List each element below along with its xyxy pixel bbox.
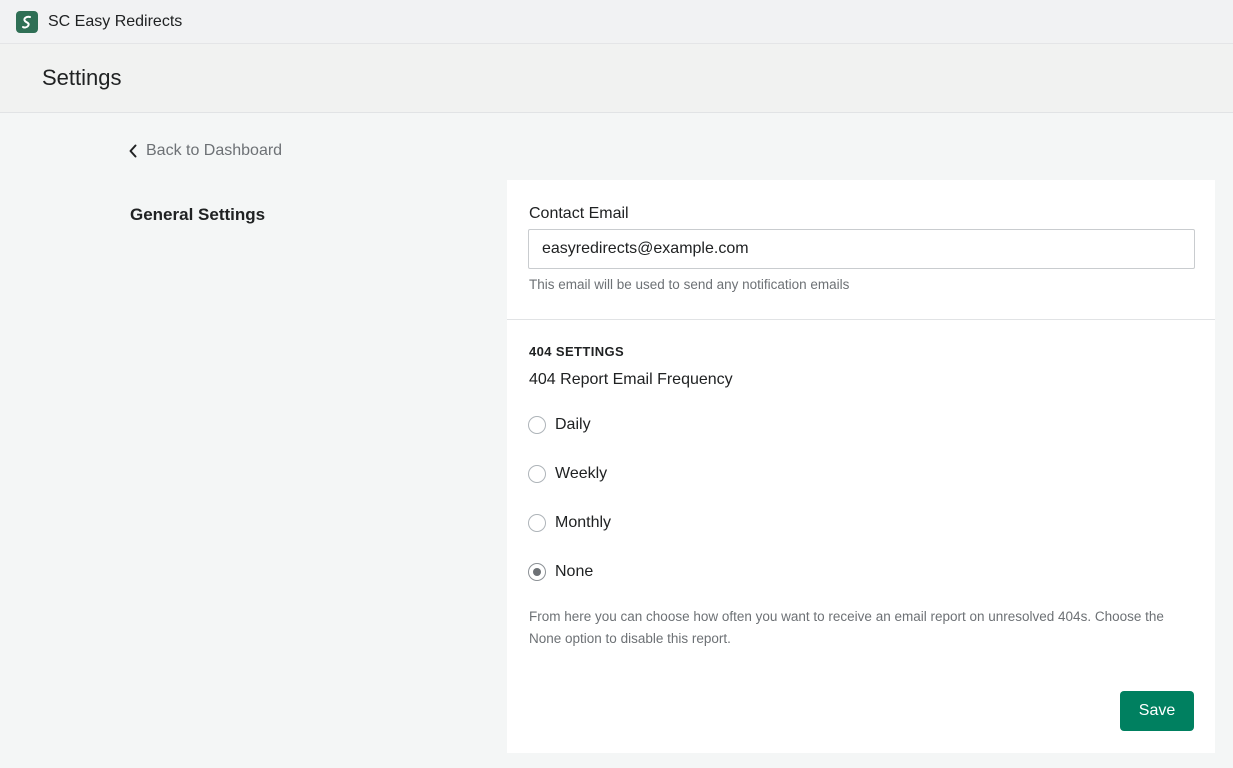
radio-weekly[interactable]: Weekly — [528, 462, 607, 486]
general-settings-title: General Settings — [130, 205, 266, 224]
contact-email-input[interactable] — [528, 229, 1195, 269]
radio-circle[interactable] — [528, 416, 546, 434]
report-frequency-label: 404 Report Email Frequency — [529, 371, 733, 388]
contact-email-help: This email will be used to send any noti… — [529, 277, 850, 292]
radio-label: Weekly — [555, 465, 608, 482]
radio-selected-dot — [533, 568, 541, 576]
app-topbar: SC Easy Redirects — [0, 0, 1233, 44]
section-divider — [507, 319, 1215, 320]
app-title: SC Easy Redirects — [48, 12, 183, 30]
radio-label: Monthly — [555, 514, 612, 531]
save-button[interactable]: Save — [1120, 691, 1194, 731]
radio-none[interactable]: None — [528, 560, 593, 584]
page-title: Settings — [42, 65, 122, 90]
app-logo-icon — [16, 10, 38, 33]
chevron-left-icon — [129, 144, 137, 158]
radio-label: Daily — [555, 416, 591, 433]
report-description: From here you can choose how often you w… — [529, 609, 1164, 646]
radio-circle-checked[interactable] — [528, 563, 546, 581]
radio-circle[interactable] — [528, 514, 546, 532]
radio-monthly[interactable]: Monthly — [528, 511, 611, 535]
page-header: Settings — [0, 44, 1233, 113]
radio-circle[interactable] — [528, 465, 546, 483]
back-link-label: Back to Dashboard — [146, 142, 283, 159]
radio-daily[interactable]: Daily — [528, 413, 591, 437]
contact-email-label: Contact Email — [529, 205, 629, 222]
radio-label: None — [555, 563, 594, 580]
settings-card: Contact Email This email will be used to… — [507, 180, 1215, 753]
back-to-dashboard-link[interactable]: Back to Dashboard — [128, 140, 282, 162]
404-settings-heading: 404 SETTINGS — [529, 344, 625, 359]
